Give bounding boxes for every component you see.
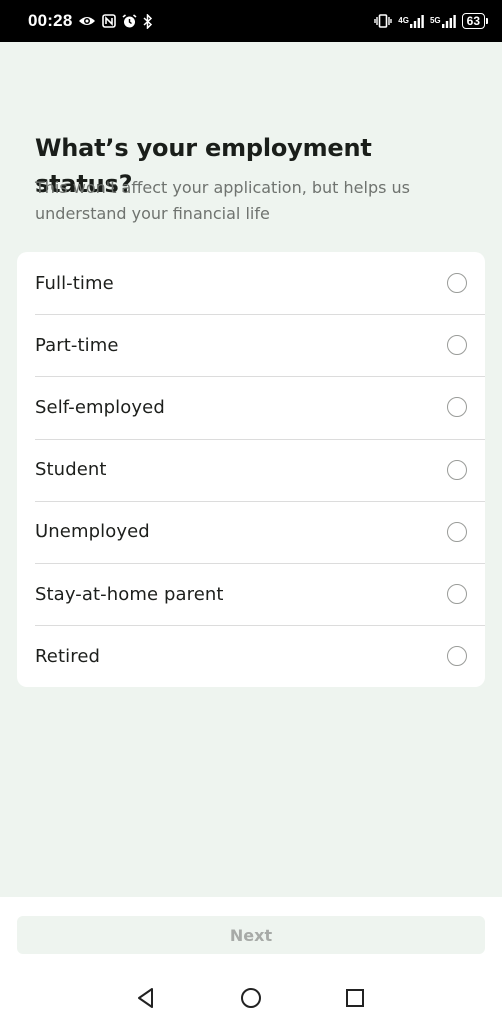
status-time: 00:28 (28, 11, 73, 30)
option-label: Self-employed (35, 396, 165, 418)
page-subtitle: This won't affect your application, but … (35, 178, 411, 223)
home-icon[interactable] (231, 978, 271, 1018)
next-button[interactable]: Next (17, 916, 485, 954)
system-nav-bar (0, 972, 502, 1024)
status-right: 4G 5G 63 (374, 13, 488, 29)
battery-icon: 63 (461, 13, 488, 29)
net-4g-label: 4G (398, 16, 409, 25)
net-5g-label: 5G (429, 16, 441, 25)
radio-button[interactable] (447, 521, 467, 542)
option-full-time[interactable]: Full-time (17, 252, 485, 314)
option-label: Part-time (35, 334, 119, 356)
option-label: Retired (35, 645, 101, 667)
option-part-time[interactable]: Part-time (17, 314, 485, 376)
bluetooth-icon (143, 13, 153, 29)
radio-button[interactable] (447, 335, 467, 356)
option-self-employed[interactable]: Self-employed (17, 376, 485, 438)
battery-level: 63 (461, 13, 485, 29)
recents-icon[interactable] (335, 978, 375, 1018)
signal-5g-icon: 5G (430, 13, 456, 29)
radio-button[interactable] (447, 459, 467, 480)
option-label: Stay-at-home parent (35, 583, 224, 605)
status-bar: 00:28 4G 5G 63 (0, 0, 502, 42)
radio-button[interactable] (447, 273, 467, 294)
radio-button[interactable] (447, 646, 467, 667)
option-unemployed[interactable]: Unemployed (17, 500, 485, 563)
nfc-icon (102, 13, 117, 29)
employment-options-list: Full-time Part-time Self-employed Studen… (17, 252, 485, 687)
radio-button[interactable] (447, 397, 467, 418)
alarm-icon (122, 13, 137, 29)
status-left: 00:28 (28, 11, 153, 31)
radio-button[interactable] (447, 584, 467, 605)
option-stay-at-home-parent[interactable]: Stay-at-home parent (17, 562, 485, 625)
option-label: Full-time (35, 272, 114, 294)
option-retired[interactable]: Retired (17, 625, 485, 687)
option-label: Student (35, 459, 107, 481)
signal-4g-icon: 4G (398, 13, 424, 29)
vibrate-icon (374, 13, 392, 29)
back-icon[interactable] (126, 978, 166, 1018)
eye-icon (78, 13, 96, 29)
option-student[interactable]: Student (17, 438, 485, 501)
battery-tip (486, 18, 488, 24)
option-label: Unemployed (35, 521, 150, 543)
